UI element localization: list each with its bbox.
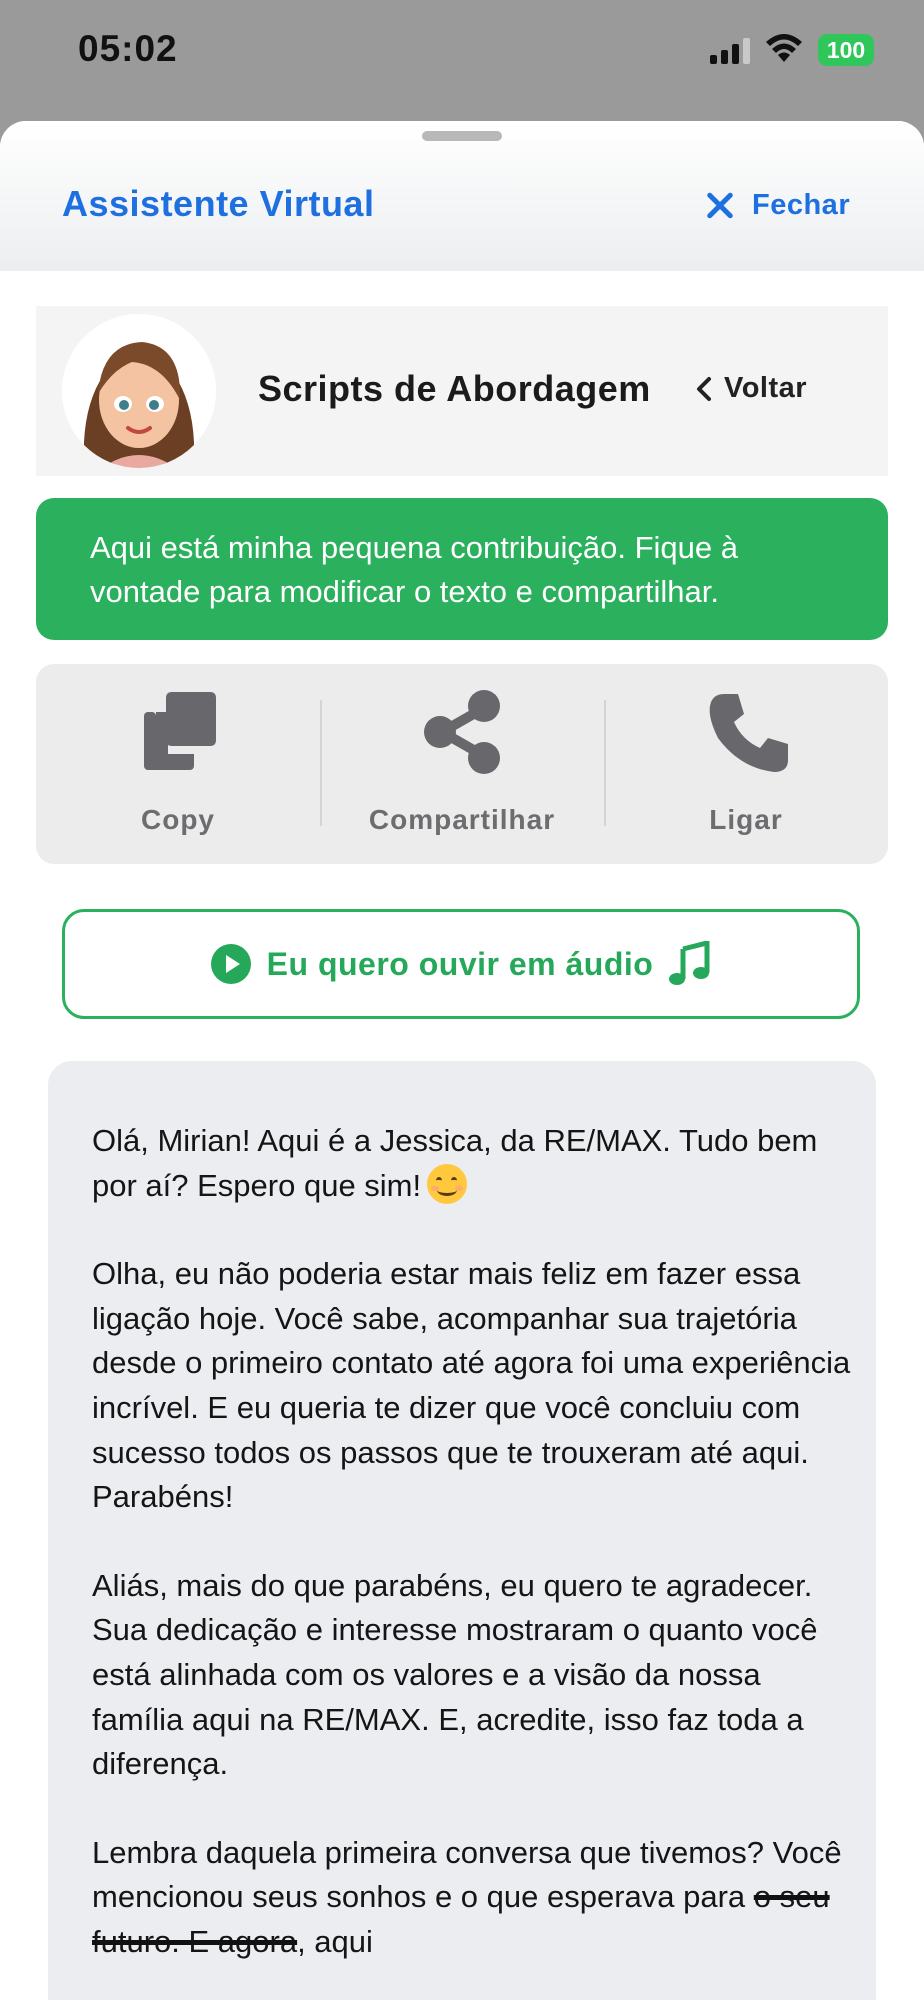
listen-audio-label: Eu quero ouvir em áudio [266, 945, 654, 982]
assistant-avatar [62, 314, 216, 468]
back-button[interactable]: Voltar [696, 372, 807, 405]
notice-banner: Aqui está minha pequena contribuição. Fi… [36, 498, 888, 640]
close-label: Fechar [752, 188, 851, 221]
actions-bar: Copy Compartilhar Ligar [36, 664, 888, 864]
copy-icon [144, 692, 216, 770]
status-time: 05:02 [78, 28, 178, 69]
cellular-signal-icon [710, 38, 750, 64]
phone-icon [709, 694, 788, 772]
share-label: Compartilhar [368, 804, 556, 835]
close-icon [706, 191, 734, 219]
scripts-title: Scripts de Abordagem [258, 368, 651, 409]
listen-audio-button[interactable]: Eu quero ouvir em áudio [62, 909, 860, 1019]
copy-label: Copy [141, 804, 215, 835]
message-paragraph: Aliás, mais do que parabéns, eu quero te… [92, 1567, 818, 1782]
back-label: Voltar [724, 372, 808, 404]
share-icon [424, 690, 500, 774]
music-note-icon [669, 941, 710, 985]
play-circle-icon [210, 944, 251, 984]
close-button[interactable]: Fechar [706, 183, 850, 227]
sheet-grabber[interactable] [422, 131, 502, 141]
call-label: Ligar [709, 804, 783, 835]
copy-button[interactable]: Copy [36, 664, 320, 864]
battery-indicator: 100 [818, 34, 874, 66]
profile-row: Scripts de Abordagem Voltar [36, 306, 888, 476]
chevron-left-icon [697, 376, 711, 401]
status-bar: 05:02 100 [0, 0, 924, 110]
message-paragraph: Olá, Mirian! Aqui é a Jessica, da RE/MAX… [92, 1123, 818, 1204]
assistant-sheet: Assistente Virtual Fechar Scripts de Abo… [0, 121, 924, 2000]
call-button[interactable]: Ligar [604, 664, 888, 864]
smile-emoji-icon [427, 1163, 468, 1204]
wifi-icon [766, 34, 802, 62]
share-button[interactable]: Compartilhar [320, 664, 604, 864]
script-message-text[interactable]: Olá, Mirian! Aqui é a Jessica, da RE/MAX… [92, 1119, 852, 2000]
message-paragraph: Olha, eu não poderia estar mais feliz em… [92, 1256, 851, 1515]
header-title: Assistente Virtual [62, 183, 375, 224]
sheet-header: Assistente Virtual Fechar [0, 121, 924, 271]
message-paragraph: Lembra daquela primeira conversa que tiv… [92, 1834, 842, 1959]
script-message-card: Olá, Mirian! Aqui é a Jessica, da RE/MAX… [48, 1061, 876, 2000]
